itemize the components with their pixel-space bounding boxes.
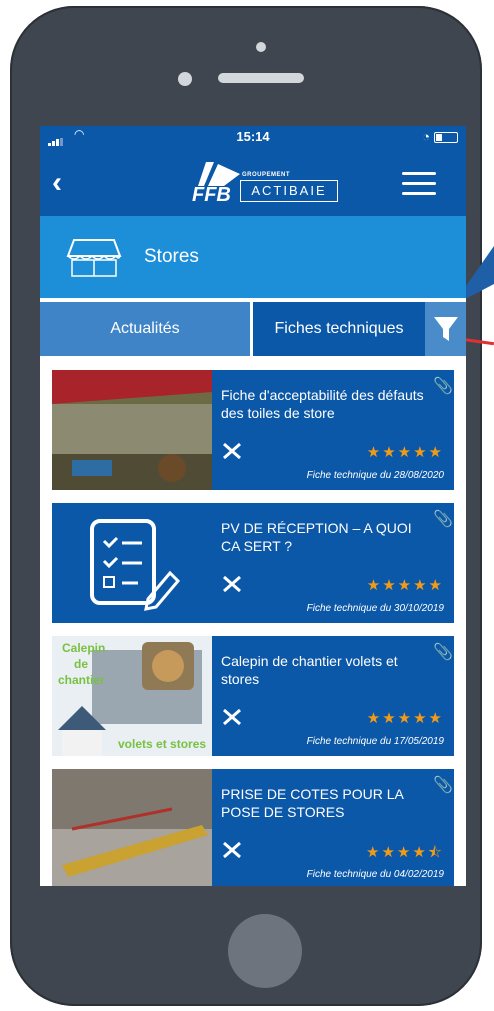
tools-icon — [223, 708, 241, 726]
page-title: Stores — [144, 246, 199, 267]
tools-icon — [223, 841, 241, 859]
thumb-text-2: de — [74, 657, 88, 671]
thumb-text-1: Calepin — [62, 641, 105, 655]
nav-bar: ‹ FFB GROUPEMENT ACTIBAIE — [40, 148, 466, 216]
card-date: Fiche technique du 30/10/2019 — [306, 603, 444, 614]
brand-logo: FFB GROUPEMENT ACTIBAIE — [176, 158, 340, 206]
awning-icon — [66, 239, 122, 277]
app-screen: ◠ 15:14 ◔ ‹ FFB GROUPEMENT ACTIBAIE Stor… — [40, 126, 466, 886]
paperclip-icon: 📎 — [433, 644, 453, 661]
paperclip-icon: 📎 — [433, 378, 453, 395]
card-date: Fiche technique du 17/05/2019 — [306, 736, 444, 747]
rating-stars: ★★★★⯪ — [366, 844, 444, 861]
card-title: PV DE RÉCEPTION – A QUOI CA SERT ? — [221, 520, 412, 554]
rating-stars: ★★★★★ — [366, 577, 444, 594]
list-item[interactable]: Calepin de chantier volets et stores Cal… — [52, 636, 454, 756]
paperclip-icon: 📎 — [433, 511, 453, 528]
list-item[interactable]: PRISE DE COTES POUR LA POSE DE STORES 📎 … — [52, 769, 454, 886]
camera — [256, 42, 266, 52]
card-date: Fiche technique du 04/02/2019 — [306, 869, 444, 880]
tab-actualites[interactable]: Actualités — [40, 302, 250, 356]
brand-ffb: FFB — [192, 184, 231, 206]
status-bar: ◠ 15:14 ◔ — [40, 126, 466, 148]
tools-icon — [223, 575, 241, 593]
filter-button[interactable] — [425, 302, 466, 356]
card-title: Fiche d'acceptabilité des défauts des to… — [221, 387, 424, 421]
home-button[interactable] — [228, 914, 302, 988]
speaker — [218, 73, 304, 83]
rating-stars: ★★★★★ — [366, 710, 444, 727]
rating-stars: ★★★★★ — [366, 444, 444, 461]
thumbnail-measuring-tape — [52, 769, 212, 886]
tab-bar: Actualités Fiches techniques — [40, 302, 466, 356]
paperclip-icon: 📎 — [433, 777, 453, 794]
section-header: Stores — [40, 216, 466, 298]
thumbnail-checklist — [52, 503, 212, 623]
thumb-text-3: chantier — [58, 673, 105, 687]
brand-name: ACTIBAIE — [240, 180, 338, 202]
card-title: Calepin de chantier volets et stores — [221, 653, 398, 687]
card-date: Fiche technique du 28/08/2020 — [306, 470, 444, 481]
thumbnail-calepin: Calepin de chantier volets et stores — [52, 636, 212, 756]
list-item[interactable]: Fiche d'acceptabilité des défauts des to… — [52, 370, 454, 490]
status-time: 15:14 — [236, 129, 270, 144]
card-title: PRISE DE COTES POUR LA POSE DE STORES — [221, 786, 404, 820]
thumb-text-4: volets et stores — [118, 737, 206, 751]
brand-subtitle: GROUPEMENT — [242, 172, 291, 178]
sheets-list: Fiche d'acceptabilité des défauts des to… — [52, 370, 454, 886]
thumbnail-awning-photo — [52, 370, 212, 490]
battery-icon: ◔ — [422, 129, 458, 144]
hamburger-menu-icon[interactable] — [402, 172, 436, 202]
funnel-icon — [434, 317, 458, 341]
back-chevron-icon[interactable]: ‹ — [52, 166, 62, 200]
tab-fiches-techniques[interactable]: Fiches techniques — [253, 302, 425, 356]
list-item[interactable]: PV DE RÉCEPTION – A QUOI CA SERT ? 📎 ★★★… — [52, 503, 454, 623]
sensor — [178, 72, 192, 86]
tools-icon — [223, 442, 241, 460]
